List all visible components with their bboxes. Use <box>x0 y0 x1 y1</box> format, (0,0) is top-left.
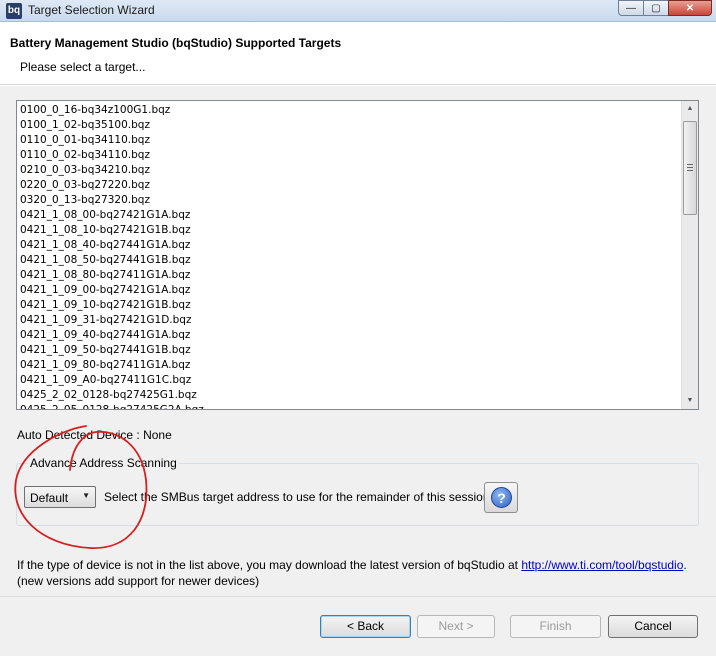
address-combo[interactable]: Default ▼ <box>24 486 96 508</box>
list-item[interactable]: 0320_0_13-bq27320.bqz <box>20 193 680 208</box>
app-icon: bq <box>6 3 22 19</box>
smbus-description: Select the SMBus target address to use f… <box>104 490 490 504</box>
next-button[interactable]: Next > <box>417 615 495 638</box>
target-listbox[interactable]: 0100_0_16-bq34z100G1.bqz 0100_1_02-bq3510… <box>16 100 699 410</box>
list-item[interactable]: 0110_0_01-bq34110.bqz <box>20 133 680 148</box>
list-item[interactable]: 0425_2_02_0128-bq27425G1.bqz <box>20 388 680 403</box>
list-item[interactable]: 0421_1_09_40-bq27441G1A.bqz <box>20 328 680 343</box>
finish-button[interactable]: Finish <box>510 615 601 638</box>
page-title: Battery Management Studio (bqStudio) Sup… <box>10 36 342 50</box>
bqstudio-link[interactable]: http://www.ti.com/tool/bqstudio <box>521 558 683 572</box>
window-title: Target Selection Wizard <box>28 3 155 17</box>
target-list-items: 0100_0_16-bq34z100G1.bqz 0100_1_02-bq3510… <box>20 103 680 409</box>
download-info-suffix: . <box>683 558 687 572</box>
page-subtitle: Please select a target... <box>20 60 146 74</box>
list-item[interactable]: 0421_1_08_10-bq27421G1B.bqz <box>20 223 680 238</box>
window-controls: — ▢ ✕ <box>618 0 712 18</box>
chevron-down-icon: ▼ <box>82 491 90 500</box>
list-item[interactable]: 0100_0_16-bq34z100G1.bqz <box>20 103 680 118</box>
list-item[interactable]: 0421_1_08_40-bq27441G1A.bqz <box>20 238 680 253</box>
back-button[interactable]: < Back <box>320 615 411 638</box>
list-item[interactable]: 0220_0_03-bq27220.bqz <box>20 178 680 193</box>
auto-detected-label: Auto Detected Device : None <box>17 428 172 442</box>
address-scanning-title: Advance Address Scanning <box>28 456 179 470</box>
download-info-text: If the type of device is not in the list… <box>17 558 518 572</box>
wizard-header: Battery Management Studio (bqStudio) Sup… <box>0 22 716 85</box>
list-item[interactable]: 0421_1_09_50-bq27441G1B.bqz <box>20 343 680 358</box>
wizard-body: 0100_0_16-bq34z100G1.bqz 0100_1_02-bq3510… <box>0 86 716 596</box>
list-item[interactable]: 0421_1_09_80-bq27411G1A.bqz <box>20 358 680 373</box>
list-item[interactable]: 0421_1_08_00-bq27421G1A.bqz <box>20 208 680 223</box>
title-bar: bq Target Selection Wizard — ▢ ✕ <box>0 0 716 22</box>
scroll-thumb[interactable] <box>683 121 697 215</box>
maximize-button[interactable]: ▢ <box>643 0 669 16</box>
list-item[interactable]: 0110_0_02-bq34110.bqz <box>20 148 680 163</box>
scroll-down-arrow-icon[interactable]: ▼ <box>682 393 698 409</box>
list-item[interactable]: 0425_2_05_0128-bq27425G2A.bqz <box>20 403 680 409</box>
close-button[interactable]: ✕ <box>668 0 712 16</box>
grip-icon <box>687 164 693 172</box>
list-item[interactable]: 0421_1_09_A0-bq27411G1C.bqz <box>20 373 680 388</box>
list-item[interactable]: 0421_1_09_31-bq27421G1D.bqz <box>20 313 680 328</box>
list-item[interactable]: 0421_1_09_00-bq27421G1A.bqz <box>20 283 680 298</box>
scroll-up-arrow-icon[interactable]: ▲ <box>682 101 698 117</box>
minimize-button[interactable]: — <box>618 0 644 16</box>
address-combo-value: Default <box>30 491 69 505</box>
list-item[interactable]: 0421_1_09_10-bq27421G1B.bqz <box>20 298 680 313</box>
list-item[interactable]: 0421_1_08_80-bq27411G1A.bqz <box>20 268 680 283</box>
help-button[interactable]: ? <box>484 482 518 513</box>
list-item[interactable]: 0210_0_03-bq34210.bqz <box>20 163 680 178</box>
list-item[interactable]: 0421_1_08_50-bq27441G1B.bqz <box>20 253 680 268</box>
vertical-scrollbar[interactable]: ▲ ▼ <box>681 101 698 409</box>
download-info-note: (new versions add support for newer devi… <box>17 574 260 588</box>
cancel-button[interactable]: Cancel <box>608 615 698 638</box>
wizard-footer: < Back Next > Finish Cancel <box>0 596 716 656</box>
list-item[interactable]: 0100_1_02-bq35100.bqz <box>20 118 680 133</box>
help-icon: ? <box>491 487 512 508</box>
download-info: If the type of device is not in the list… <box>17 558 687 572</box>
